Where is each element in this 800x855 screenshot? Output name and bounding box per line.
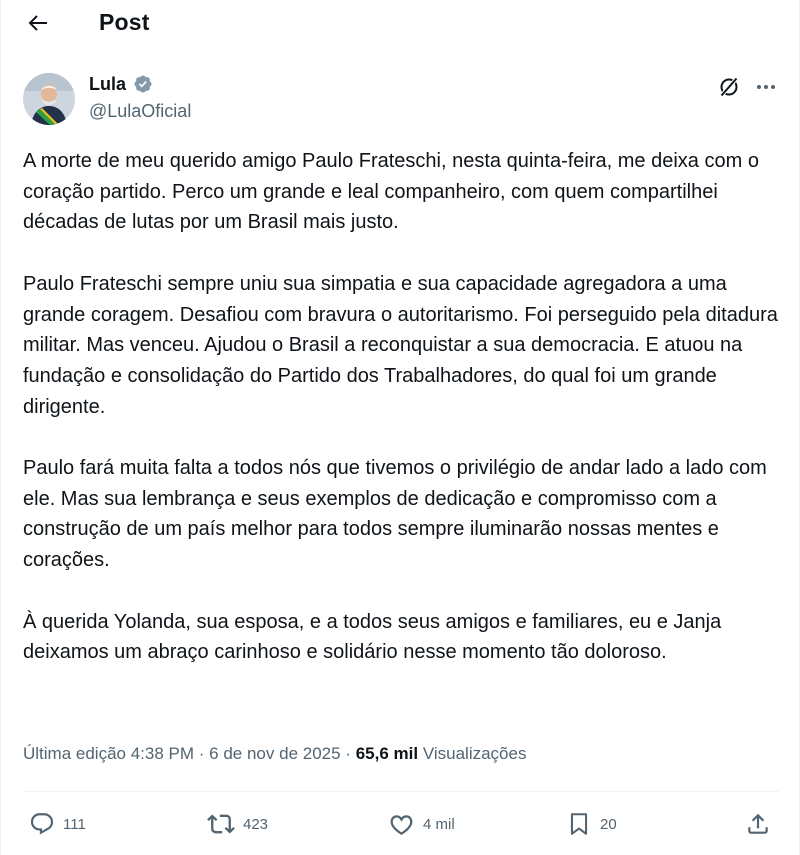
post-text: A morte de meu querido amigo Paulo Frate… (23, 146, 783, 699)
verified-badge-icon (134, 75, 152, 93)
views-count: 65,6 mil (355, 744, 419, 763)
repost-icon (207, 814, 235, 834)
reply-icon (30, 813, 54, 835)
back-button[interactable] (21, 6, 55, 40)
like-count: 4 mil (423, 815, 455, 833)
post-meta: Última edição 4:38 PM · 6 de nov de 2025… (23, 744, 783, 764)
page-title: Post (99, 9, 150, 35)
like-button[interactable]: 4 mil (387, 808, 455, 840)
repost-button[interactable]: 423 (207, 808, 268, 840)
grok-icon[interactable] (717, 75, 741, 99)
bookmark-count: 20 (600, 815, 617, 833)
divider (23, 791, 779, 792)
post-date[interactable]: 6 de nov de 2025 (209, 744, 340, 763)
like-icon (390, 815, 413, 835)
avatar[interactable] (23, 73, 75, 125)
more-icon[interactable] (753, 75, 779, 99)
top-bar: Post (1, 0, 800, 46)
bookmark-button[interactable]: 20 (566, 808, 617, 840)
repost-count: 423 (243, 815, 269, 833)
back-arrow-icon (28, 15, 47, 31)
author-name[interactable]: Lula (89, 74, 126, 95)
meta-separator: · (345, 744, 351, 763)
views-label: Visualizações (422, 744, 527, 763)
share-icon (748, 813, 768, 834)
edit-history-link[interactable]: Última edição 4:38 PM (23, 744, 194, 763)
reply-count: 111 (63, 815, 86, 833)
meta-separator: · (198, 744, 205, 763)
post-paragraph: À querida Yolanda, sua esposa, e a todos… (23, 610, 722, 664)
author-handle[interactable]: @LulaOficial (89, 101, 191, 122)
share-button[interactable] (745, 808, 771, 840)
post-detail-page: Post Lula @LulaOficial A morte de meu qu… (0, 0, 800, 855)
reply-button[interactable]: 111 (29, 808, 86, 840)
post-paragraph: Paulo Frateschi sempre uniu sua simpatia… (23, 272, 778, 418)
bookmark-icon (570, 813, 588, 835)
post-paragraph: Paulo fará muita falta a todos nós que t… (23, 457, 767, 572)
post-paragraph: A morte de meu querido amigo Paulo Frate… (23, 150, 759, 234)
